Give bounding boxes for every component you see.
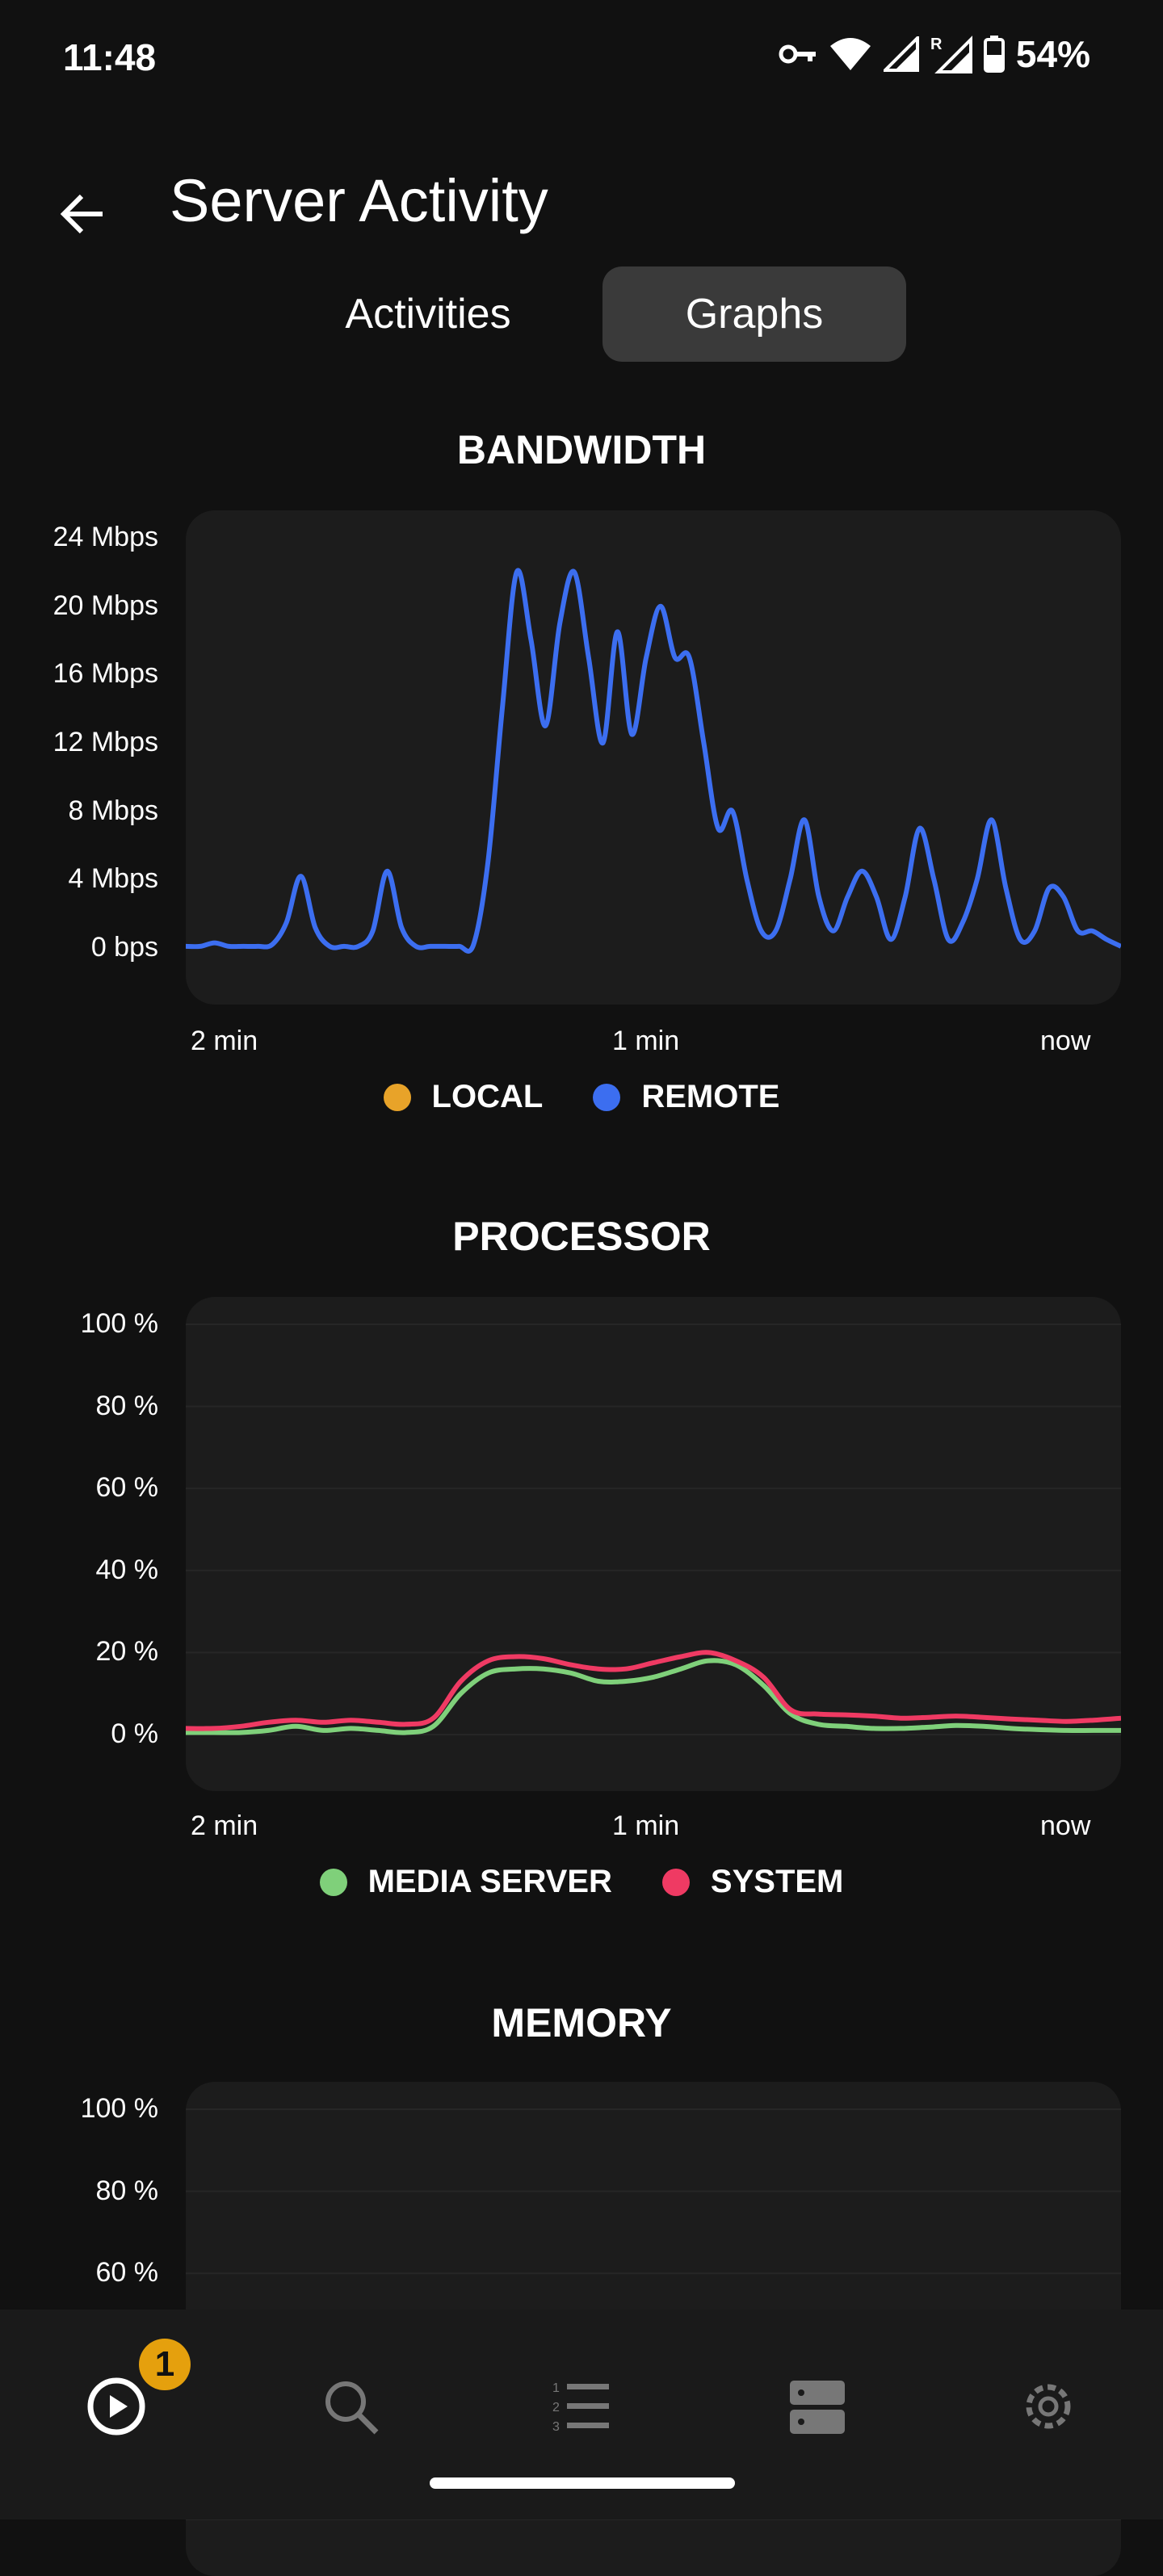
bandwidth-y-tick-4: 8 Mbps xyxy=(68,795,159,826)
battery-icon xyxy=(983,36,1005,73)
bandwidth-chart[interactable] xyxy=(186,510,1121,1005)
legend-item-media-server: MEDIA SERVER xyxy=(319,1864,612,1900)
processor-y-tick-4: 20 % xyxy=(95,1636,159,1668)
server-icon xyxy=(790,2381,845,2434)
legend-label-media-server: MEDIA SERVER xyxy=(367,1864,612,1899)
processor-y-tick-5: 0 % xyxy=(111,1718,158,1749)
arrow-back-icon xyxy=(60,194,103,234)
processor-y-tick-1: 80 % xyxy=(95,1390,159,1421)
nav-queue[interactable]: 1 2 3 xyxy=(525,2350,638,2463)
settings-icon xyxy=(1026,2384,1071,2429)
media-server-dot xyxy=(319,1868,347,1896)
remote-series-line xyxy=(186,568,1121,954)
bandwidth-title: BANDWIDTH xyxy=(456,427,707,472)
legend-label-local: LOCAL xyxy=(431,1079,544,1114)
legend-item-local: LOCAL xyxy=(383,1079,544,1115)
now-playing-badge: 1 xyxy=(139,2339,191,2390)
signal-icon xyxy=(883,36,919,72)
nav-settings[interactable] xyxy=(992,2350,1105,2463)
processor-chart[interactable] xyxy=(186,1297,1121,1791)
system-dot xyxy=(661,1868,690,1896)
svg-text:2: 2 xyxy=(552,2401,560,2414)
battery-percent: 54% xyxy=(1015,33,1090,75)
memory-y-tick-0: 100 % xyxy=(80,2093,158,2124)
nav-servers[interactable] xyxy=(761,2350,874,2463)
wifi-icon xyxy=(829,36,872,72)
memory-y-tick-1: 80 % xyxy=(95,2175,159,2206)
legend-label-system: SYSTEM xyxy=(710,1864,844,1899)
local-dot xyxy=(383,1083,411,1111)
svg-text:3: 3 xyxy=(552,2420,560,2434)
back-button[interactable] xyxy=(45,178,118,250)
processor-title: PROCESSOR xyxy=(452,1214,711,1259)
memory-title: MEMORY xyxy=(491,2000,672,2045)
tab-activities[interactable]: Activities xyxy=(307,266,549,362)
svg-text:R: R xyxy=(930,36,943,53)
bandwidth-x-tick-0: 2 min xyxy=(191,1026,258,1056)
play-icon xyxy=(87,2377,145,2435)
search-icon xyxy=(325,2381,379,2435)
bandwidth-y-tick-3: 12 Mbps xyxy=(52,727,158,757)
legend-item-system: SYSTEM xyxy=(661,1864,844,1900)
bandwidth-x-tick-1: 1 min xyxy=(612,1026,680,1056)
legend-label-remote: REMOTE xyxy=(641,1079,780,1114)
svg-text:1: 1 xyxy=(552,2381,560,2395)
tab-graphs[interactable]: Graphs xyxy=(602,266,906,362)
processor-y-tick-3: 40 % xyxy=(95,1554,159,1585)
processor-x-tick-2: now xyxy=(1040,1810,1091,1841)
home-indicator[interactable] xyxy=(430,2477,735,2489)
processor-legend: MEDIA SERVER SYSTEM xyxy=(0,1864,1163,1900)
processor-y-tick-0: 100 % xyxy=(80,1308,158,1339)
bandwidth-y-tick-1: 20 Mbps xyxy=(52,589,158,621)
status-time: 11:48 xyxy=(63,36,157,78)
roaming-signal-icon: R xyxy=(930,35,972,73)
page-title: Server Activity xyxy=(170,167,548,234)
status-bar: 11:48 R 54% xyxy=(0,0,1163,113)
processor-y-tick-2: 60 % xyxy=(95,1472,159,1504)
remote-dot xyxy=(593,1083,621,1111)
bandwidth-y-tick-0: 24 Mbps xyxy=(52,522,158,552)
processor-x-tick-0: 2 min xyxy=(191,1810,258,1841)
memory-y-tick-2: 60 % xyxy=(95,2257,159,2289)
legend-item-remote: REMOTE xyxy=(593,1079,779,1115)
bandwidth-legend: LOCAL REMOTE xyxy=(0,1079,1163,1115)
bandwidth-y-tick-6: 0 bps xyxy=(90,932,158,963)
status-icons: R 54% xyxy=(779,32,1090,76)
bandwidth-y-tick-2: 16 Mbps xyxy=(52,658,158,690)
vpn-key-icon xyxy=(779,42,817,66)
bandwidth-x-tick-2: now xyxy=(1040,1026,1091,1056)
system-series-line xyxy=(186,1650,1121,1731)
processor-plot xyxy=(186,1324,1121,1735)
bandwidth-plot xyxy=(186,568,1121,954)
app-bar: Server Activity xyxy=(0,145,1163,258)
nav-search[interactable] xyxy=(294,2350,407,2463)
processor-x-tick-1: 1 min xyxy=(612,1810,680,1841)
bandwidth-y-tick-5: 4 Mbps xyxy=(68,863,159,895)
queue-icon: 1 2 3 xyxy=(552,2381,609,2434)
